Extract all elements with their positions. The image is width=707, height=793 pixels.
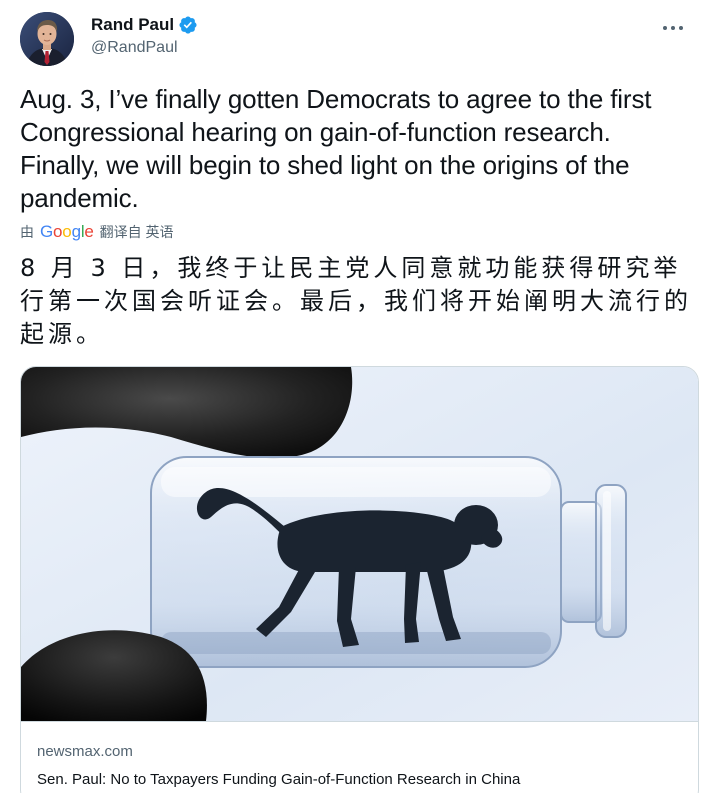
translated-text: 8 月 3 日，我终于让民主党人同意就功能获得研究举行第一次国会听证会。最后，我… xyxy=(20,254,692,348)
avatar[interactable] xyxy=(20,12,74,66)
more-horizontal-icon xyxy=(663,26,683,30)
avatar-photo xyxy=(20,12,74,66)
author-handle[interactable]: @RandPaul xyxy=(91,38,198,58)
translation-attribution: 由 Google 翻译自 英语 xyxy=(20,221,174,243)
more-button[interactable] xyxy=(659,18,687,38)
tweet: Rand Paul @RandPaul Aug. 3, I’ve finally… xyxy=(0,0,707,793)
monkey-in-vial-image xyxy=(21,367,698,721)
card-image[interactable] xyxy=(21,367,698,721)
translation-label[interactable]: 翻译自 英语 xyxy=(100,222,174,242)
card-domain: newsmax.com xyxy=(37,743,133,760)
google-logo: Google xyxy=(40,222,94,241)
translation-prefix: 由 xyxy=(20,224,34,240)
tweet-text: Aug. 3, I’ve finally gotten Democrats to… xyxy=(20,84,652,213)
author-display-name-row[interactable]: Rand Paul xyxy=(91,14,198,36)
author-names: Rand Paul @RandPaul xyxy=(91,14,198,58)
author-display-name[interactable]: Rand Paul xyxy=(91,14,174,36)
card-footer[interactable]: newsmax.com Sen. Paul: No to Taxpayers F… xyxy=(21,721,698,793)
card-title: Sen. Paul: No to Taxpayers Funding Gain-… xyxy=(37,771,521,788)
verified-badge-icon xyxy=(179,16,197,34)
tweet-header: Rand Paul @RandPaul xyxy=(20,12,689,68)
link-card[interactable]: newsmax.com Sen. Paul: No to Taxpayers F… xyxy=(20,366,699,793)
